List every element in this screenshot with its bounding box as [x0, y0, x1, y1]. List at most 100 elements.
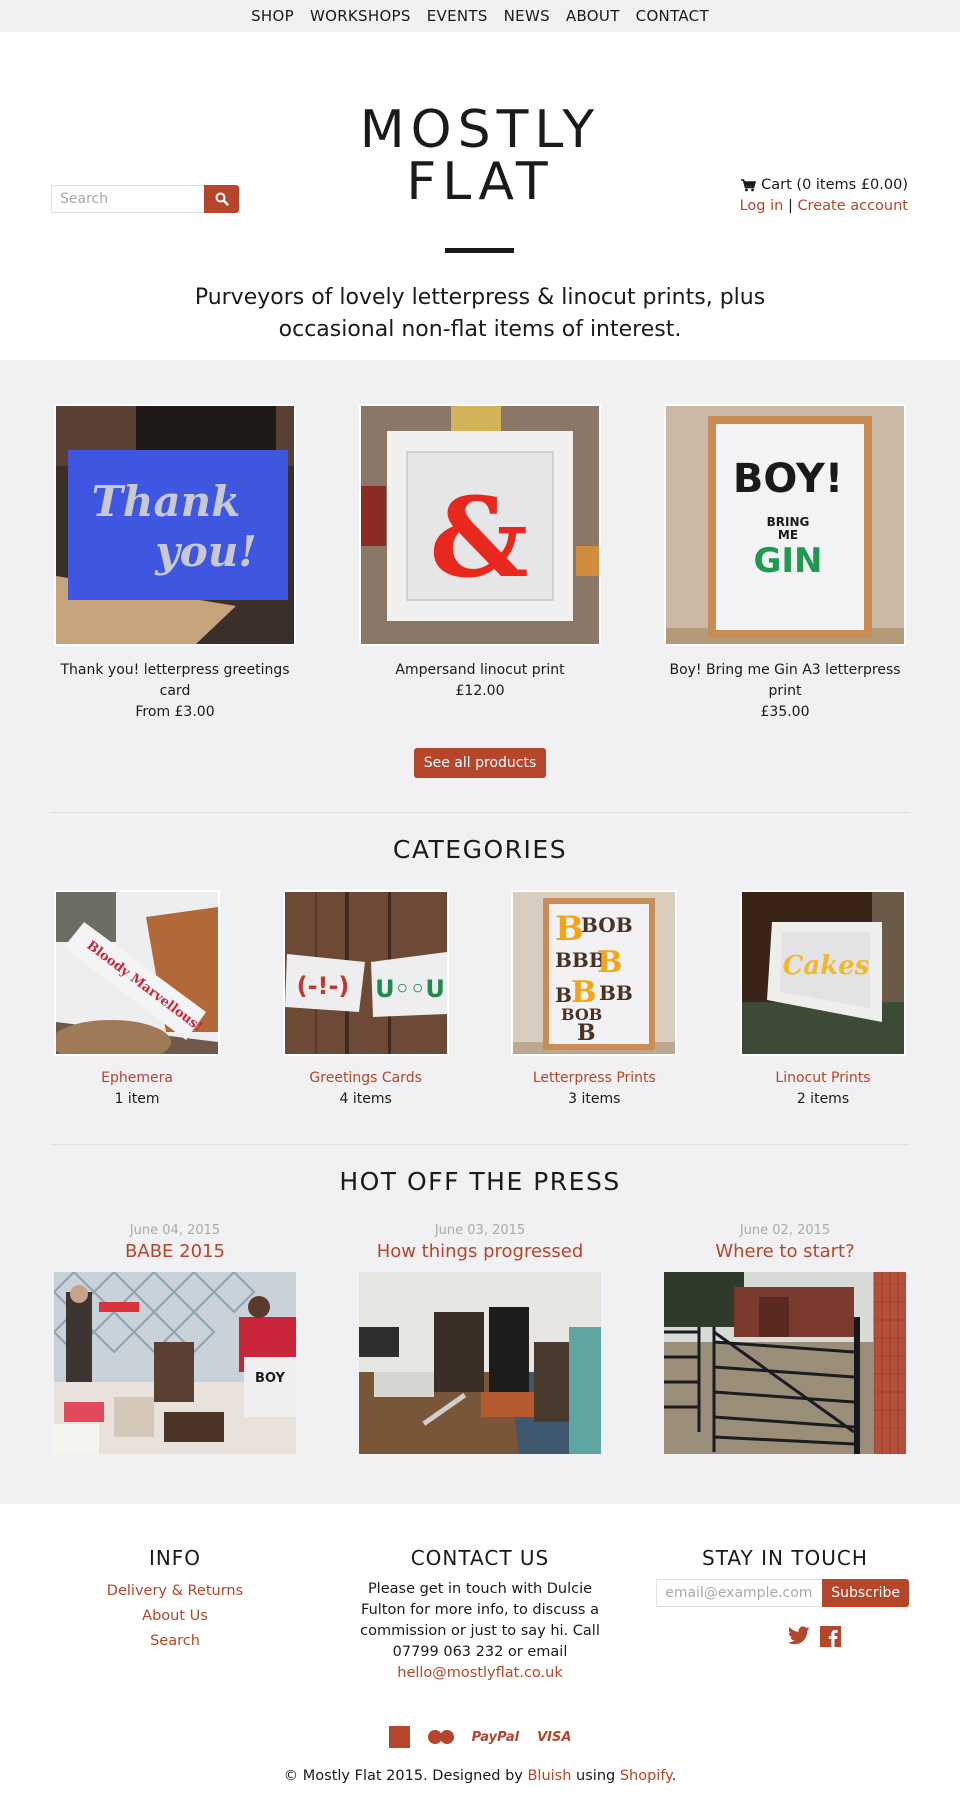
footer-link-search[interactable]: Search — [51, 1629, 299, 1654]
post-photo — [359, 1272, 601, 1454]
logo-divider — [445, 248, 514, 253]
mastercard-icon — [427, 1730, 454, 1744]
visa-icon: VISA — [537, 1729, 572, 1745]
category-photo: Cakes — [741, 892, 904, 1054]
product-image-boy-bring-me-gin[interactable]: BOY! BRING ME GIN — [664, 404, 906, 646]
main-content: Thank you! Thank you! letterpress greeti… — [0, 360, 960, 1504]
product-photo: & — [361, 406, 599, 644]
image-text: GIN — [753, 541, 822, 581]
nav-item-contact[interactable]: CONTACT — [636, 7, 709, 25]
category-photo: B BOB BBB B B BB B BOB B — [513, 892, 676, 1054]
svg-text:(-!-): (-!-) — [296, 972, 349, 1000]
see-all-wrap: See all products — [0, 748, 960, 778]
site-tagline: Purveyors of lovely letterpress & linocu… — [194, 285, 766, 342]
site-header: MOSTLY FLAT Cart (0 items £0.00) Log in … — [0, 32, 960, 360]
cart-link[interactable]: Cart (0 items £0.00) — [740, 175, 908, 196]
nav-item-events[interactable]: EVENTS — [427, 7, 488, 25]
paypal-icon: PayPal — [471, 1729, 520, 1745]
category-card: Bloody Marvellous! Ephemera 1 item — [54, 890, 220, 1110]
site-footer: INFO Delivery & Returns About Us Search … — [0, 1504, 960, 1818]
svg-text:U◦◦U: U◦◦U — [375, 975, 445, 1003]
category-image-letterpress-prints[interactable]: B BOB BBB B B BB B BOB B — [511, 890, 678, 1056]
product-price: £12.00 — [455, 683, 505, 699]
category-image-greetings-cards[interactable]: (-!-) U◦◦U — [282, 890, 449, 1056]
product-card: Thank you! Thank you! letterpress greeti… — [54, 404, 296, 723]
product-title: Boy! Bring me Gin A3 letterpress print — [669, 662, 901, 699]
copyright-using: using — [571, 1768, 620, 1784]
footer-link-delivery-returns[interactable]: Delivery & Returns — [51, 1579, 299, 1604]
facebook-link[interactable] — [819, 1626, 841, 1651]
twitter-icon — [787, 1626, 810, 1645]
category-link[interactable]: Letterpress Prints — [511, 1068, 677, 1089]
nav-item-shop[interactable]: SHOP — [251, 7, 294, 25]
svg-text:BB: BB — [599, 981, 633, 1005]
svg-text:B: B — [555, 983, 572, 1007]
footer-contact-title: CONTACT US — [410, 1546, 550, 1570]
image-text: & — [429, 473, 528, 602]
post-date: June 03, 2015 — [434, 1223, 526, 1238]
twitter-link[interactable] — [787, 1626, 810, 1651]
category-link[interactable]: Linocut Prints — [740, 1068, 906, 1089]
footer-info-title: INFO — [148, 1546, 202, 1570]
contact-email-link[interactable]: hello@mostlyflat.co.uk — [397, 1665, 562, 1681]
footer-stay-title: STAY IN TOUCH — [702, 1546, 868, 1570]
account-links: Log in | Create account — [740, 196, 908, 217]
copyright: © Mostly Flat 2015. Designed by Bluish u… — [0, 1768, 960, 1784]
image-text: you! — [154, 527, 256, 576]
contact-text: Please get in touch with Dulcie Fulton f… — [360, 1581, 600, 1660]
svg-text:B: B — [577, 1020, 596, 1046]
logo-line-1: MOSTLY — [359, 100, 601, 160]
post-title-link[interactable]: How things progressed — [359, 1240, 601, 1264]
platform-link[interactable]: Shopify — [620, 1768, 672, 1784]
category-count: 2 items — [796, 1091, 850, 1107]
post-image-how-things-progressed[interactable] — [359, 1272, 601, 1454]
category-link[interactable]: Ephemera — [54, 1068, 220, 1089]
category-link[interactable]: Greetings Cards — [283, 1068, 449, 1089]
product-title: Ampersand linocut print — [395, 662, 565, 678]
account-area: Cart (0 items £0.00) Log in | Create acc… — [740, 175, 908, 217]
section-divider — [51, 812, 909, 813]
section-divider — [51, 1144, 909, 1145]
subscribe-button[interactable]: Subscribe — [822, 1579, 909, 1607]
post-title-link[interactable]: BABE 2015 — [54, 1240, 296, 1264]
facebook-icon — [819, 1626, 841, 1647]
category-card: B BOB BBB B B BB B BOB B Letterpress Pri… — [511, 890, 678, 1110]
post-title-link[interactable]: Where to start? — [664, 1240, 906, 1264]
post-photo: BOY — [54, 1272, 296, 1454]
svg-text:BOY: BOY — [255, 1371, 285, 1386]
nav-item-workshops[interactable]: WORKSHOPS — [310, 7, 411, 25]
login-link[interactable]: Log in — [740, 198, 784, 214]
american-express-icon — [388, 1726, 410, 1748]
cart-icon — [741, 179, 757, 192]
footer-info: INFO Delivery & Returns About Us Search — [51, 1546, 299, 1684]
cart-label: Cart (0 items £0.00) — [761, 177, 908, 193]
post-date: June 02, 2015 — [739, 1223, 831, 1238]
footer-newsletter: STAY IN TOUCH Subscribe — [656, 1546, 909, 1684]
image-text: BOY! — [733, 456, 843, 502]
category-image-ephemera[interactable]: Bloody Marvellous! — [54, 890, 220, 1056]
footer-contact: CONTACT US Please get in touch with Dulc… — [356, 1546, 604, 1684]
category-image-linocut-prints[interactable]: Cakes — [739, 890, 906, 1056]
designer-link[interactable]: Bluish — [527, 1768, 571, 1784]
categories-title: CATEGORIES — [392, 835, 568, 864]
footer-link-about-us[interactable]: About Us — [51, 1604, 299, 1629]
top-nav: SHOP WORKSHOPS EVENTS NEWS ABOUT CONTACT — [0, 0, 960, 32]
product-price: £35.00 — [760, 704, 810, 720]
nav-item-about[interactable]: ABOUT — [566, 7, 620, 25]
category-card: (-!-) U◦◦U Greetings Cards 4 items — [282, 890, 449, 1110]
blog-post: June 04, 2015 BABE 2015 BOY — [54, 1222, 296, 1454]
newsletter-form: Subscribe — [656, 1579, 909, 1607]
product-image-thank-you-card[interactable]: Thank you! — [54, 404, 296, 646]
account-separator: | — [787, 198, 793, 214]
category-count: 3 items — [568, 1091, 621, 1107]
product-card: BOY! BRING ME GIN Boy! Bring me Gin A3 l… — [664, 404, 906, 723]
product-image-ampersand-print[interactable]: & — [359, 404, 601, 646]
post-image-babe-2015[interactable]: BOY — [54, 1272, 296, 1454]
see-all-products-button[interactable]: See all products — [413, 748, 547, 778]
newsletter-email-input[interactable] — [656, 1579, 823, 1607]
post-image-where-to-start[interactable] — [664, 1272, 906, 1454]
category-photo: Bloody Marvellous! — [56, 892, 218, 1054]
nav-item-news[interactable]: NEWS — [504, 7, 550, 25]
payment-methods: PayPal VISA — [0, 1726, 960, 1748]
create-account-link[interactable]: Create account — [797, 198, 908, 214]
